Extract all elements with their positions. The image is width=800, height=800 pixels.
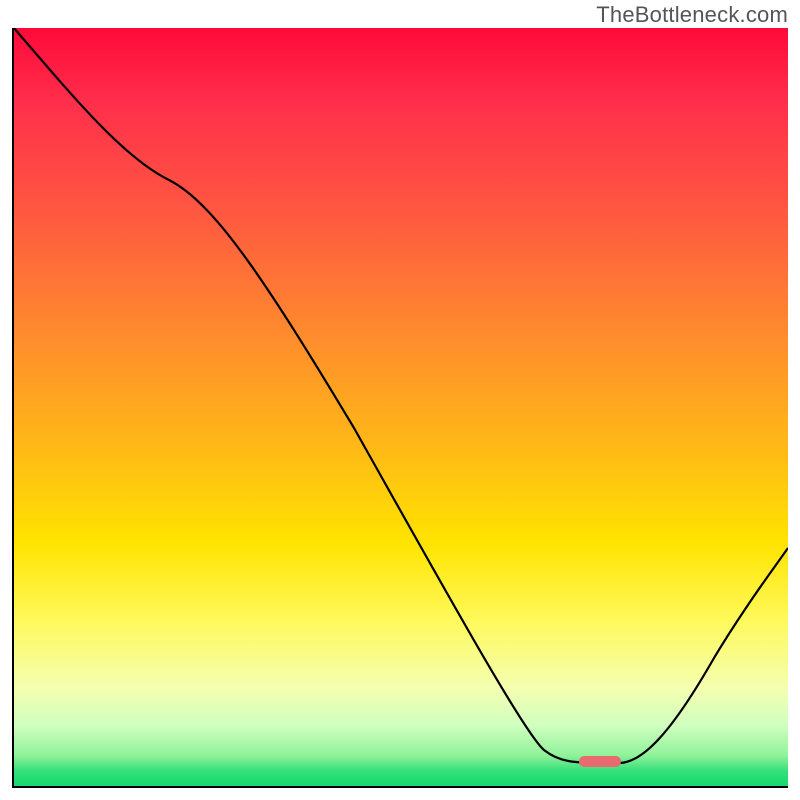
bottleneck-chart <box>12 28 788 788</box>
watermark-text: TheBottleneck.com <box>596 2 788 28</box>
optimal-range-marker <box>579 756 621 767</box>
chart-gradient-background <box>14 28 788 786</box>
